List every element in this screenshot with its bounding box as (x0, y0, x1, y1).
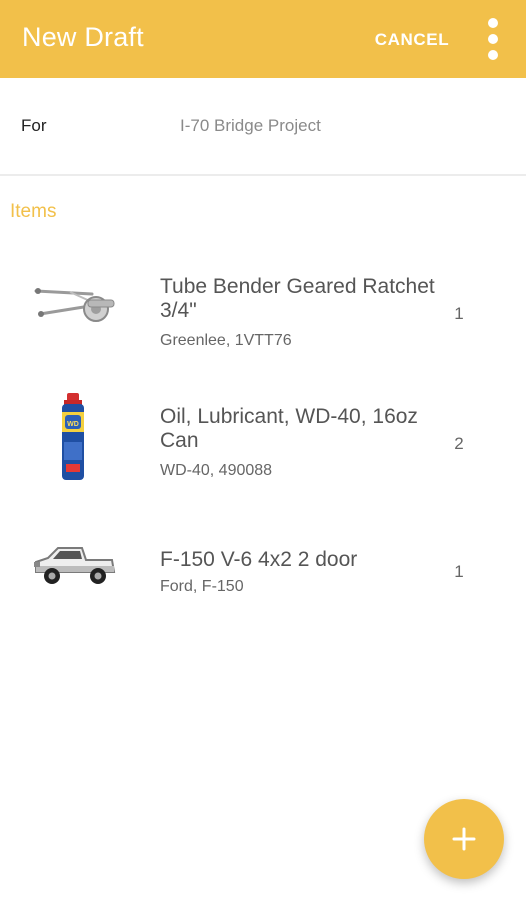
item-quantity: 1 (454, 562, 464, 581)
item-title-line: Oil, Lubricant, WD-40, 16oz (160, 405, 418, 428)
list-item[interactable]: Tube Bender Geared Ratchet 3/4" Greenlee… (0, 262, 526, 372)
item-quantity: 1 (454, 304, 464, 323)
item-subtitle: WD-40, 490088 (160, 462, 273, 479)
item-title: Oil, Lubricant, WD-40, 16oz Can (160, 405, 450, 453)
wd40-can-image: WD (62, 393, 84, 480)
svg-text:WD: WD (67, 421, 79, 428)
item-title: F-150 V-6 4x2 2 door (160, 548, 450, 572)
for-label: For (21, 116, 47, 135)
list-item[interactable]: WD Oil, Lubricant, WD-40, 16oz Can WD-40… (0, 392, 526, 502)
cancel-button[interactable]: CANCEL (368, 22, 456, 58)
list-item[interactable]: F-150 V-6 4x2 2 door Ford, F-150 1 (0, 522, 526, 632)
for-project-field[interactable]: I-70 Bridge Project (180, 116, 321, 136)
menu-dot (488, 18, 498, 28)
item-title: Tube Bender Geared Ratchet 3/4" (160, 275, 450, 323)
plus-icon (452, 827, 476, 851)
menu-dot (488, 50, 498, 60)
for-row[interactable]: For I-70 Bridge Project (0, 78, 526, 176)
add-item-button[interactable] (424, 799, 504, 879)
item-title-line: F-150 V-6 4x2 2 door (160, 548, 358, 571)
item-title-line: Can (160, 429, 199, 452)
item-title-line: Tube Bender Geared Ratchet (160, 275, 435, 298)
pickup-truck-image (34, 547, 116, 584)
items-section-header: Items (10, 201, 57, 222)
app-bar: New Draft CANCEL (0, 0, 526, 78)
item-subtitle: Greenlee, 1VTT76 (160, 332, 292, 349)
item-quantity: 2 (454, 434, 464, 453)
tube-bender-image (34, 288, 115, 322)
menu-dot (488, 34, 498, 44)
more-vert-icon[interactable] (476, 14, 510, 64)
item-subtitle: Ford, F-150 (160, 578, 244, 595)
page-title: New Draft (22, 22, 144, 52)
item-title-line: 3/4" (160, 299, 197, 322)
